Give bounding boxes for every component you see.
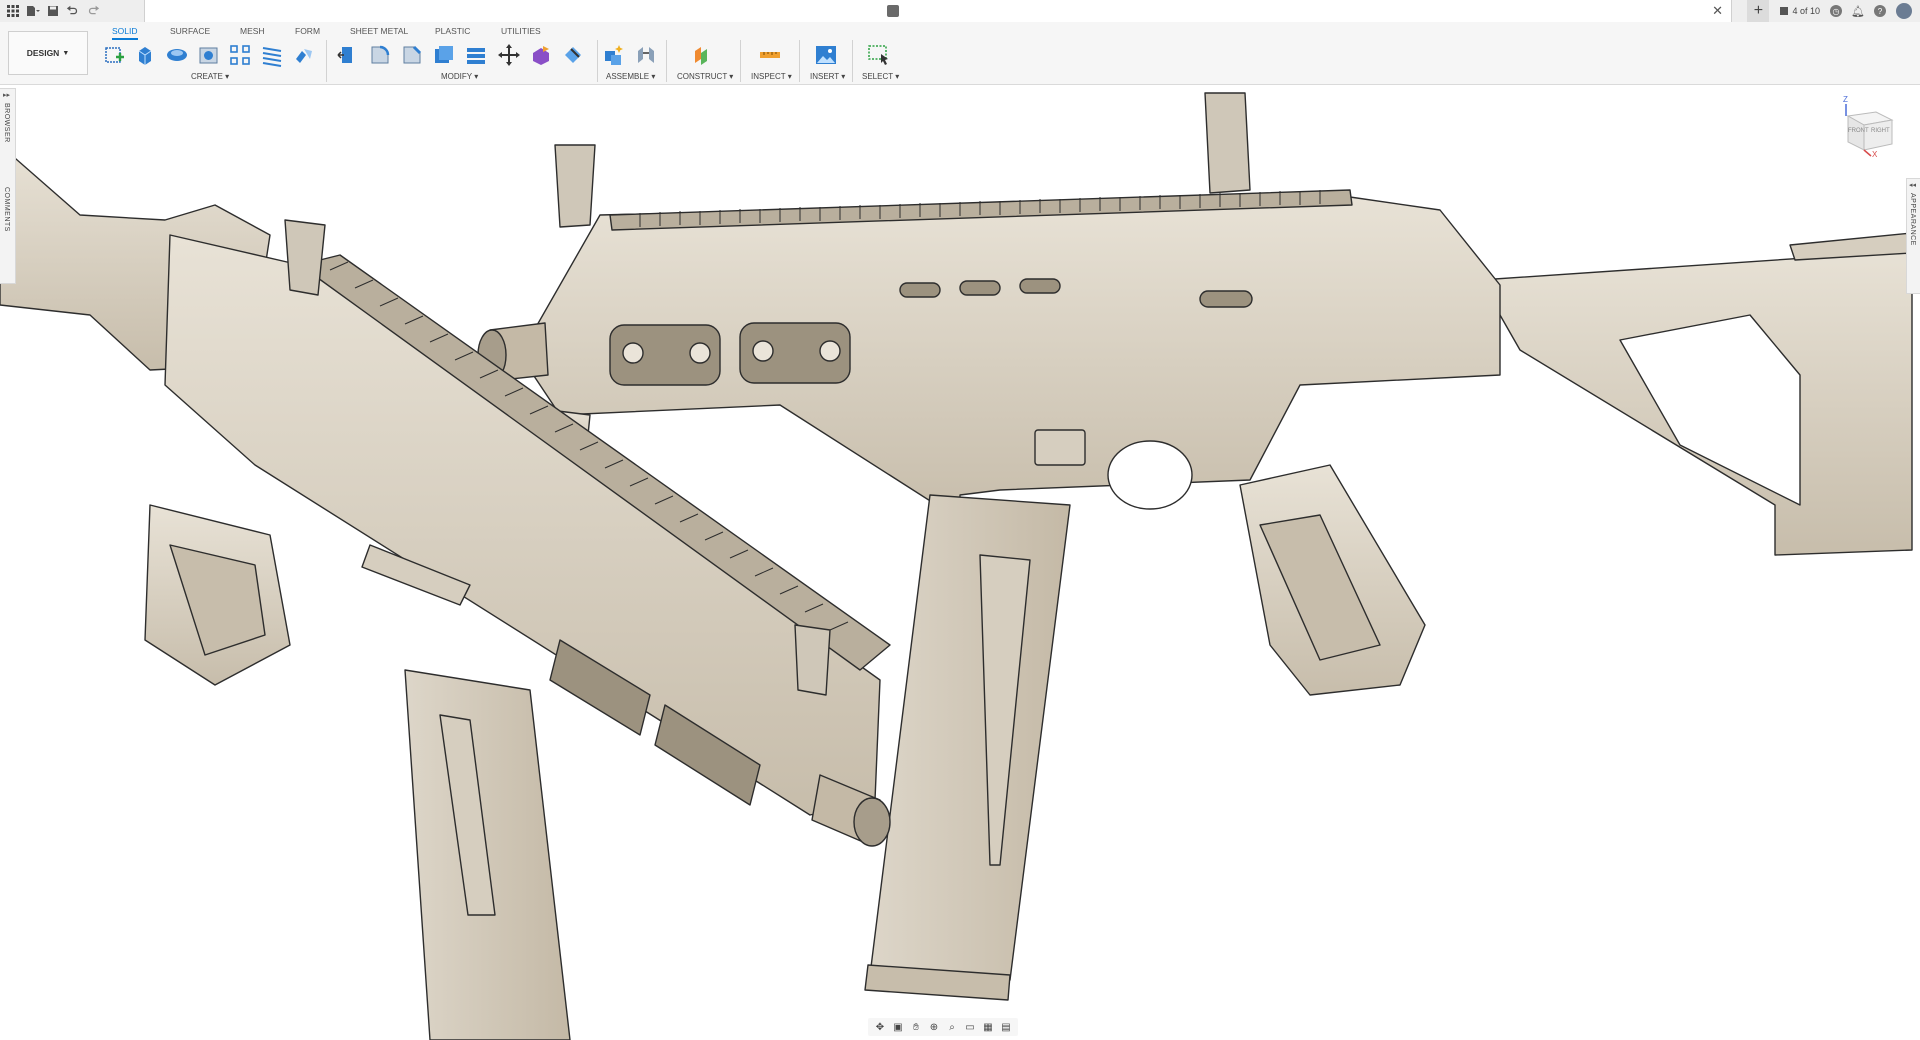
document-tab[interactable]: ✕ [144,0,1732,22]
separator [799,40,800,82]
hole-icon[interactable] [196,42,222,68]
orbit-icon[interactable]: ✥ [872,1020,888,1034]
delete-icon[interactable] [560,42,586,68]
browser-label[interactable]: BROWSER [3,103,10,143]
undo-icon[interactable] [66,4,80,18]
zoom-window-icon[interactable]: ⌕ [944,1020,960,1034]
grid-settings-icon[interactable]: ▦ [980,1020,996,1034]
inspect-menu[interactable]: INSPECT ▾ [751,72,792,81]
user-avatar[interactable] [1896,3,1912,19]
insert-menu[interactable]: INSERT ▾ [810,72,845,81]
chevron-down-icon: ▼ [62,49,70,57]
expand-arrow-icon[interactable]: ◂◂ [1909,181,1916,189]
comments-label[interactable]: COMMENTS [3,187,10,232]
job-status-label: 4 of 10 [1792,6,1820,16]
file-menu-icon[interactable] [26,4,40,18]
ribbon-toolbar: DESIGN ▼ SOLID SURFACE MESH FORM SHEET M… [0,22,1920,85]
appearance-label[interactable]: APPEARANCE [1909,193,1916,246]
select-menu[interactable]: SELECT ▾ [862,72,899,81]
zoom-icon[interactable]: ⊕ [926,1020,942,1034]
mirror-icon[interactable] [291,42,317,68]
select-window-icon[interactable] [866,42,892,68]
pan-icon[interactable]: ✋︎ [908,1020,924,1034]
extensions-icon[interactable]: ◷ [1830,5,1842,17]
fillet-icon[interactable] [367,42,393,68]
assemble-label: ASSEMBLE [606,72,650,81]
construct-label: CONSTRUCT [677,72,728,81]
press-pull-icon[interactable] [335,42,361,68]
create-sketch-icon[interactable] [101,42,127,68]
tab-surface[interactable]: SURFACE [170,26,210,38]
separator [740,40,741,82]
tab-utilities[interactable]: UTILITIES [501,26,541,38]
axis-z-label: Z [1843,95,1848,104]
revolve-icon[interactable] [164,42,190,68]
align-icon[interactable] [528,42,554,68]
tab-form[interactable]: FORM [295,26,320,38]
apps-grid-icon[interactable] [6,4,20,18]
chamfer-icon[interactable] [399,42,425,68]
create-label: CREATE [191,72,223,81]
insert-label: INSERT [810,72,840,81]
new-component-icon[interactable] [600,42,626,68]
measure-icon[interactable] [757,42,783,68]
offset-plane-icon[interactable] [690,42,716,68]
viewcube-right-label[interactable]: RIGHT [1871,128,1890,134]
workspace-switcher-button[interactable]: DESIGN ▼ [8,31,88,75]
insert-image-icon[interactable] [813,42,839,68]
inspect-label: INSPECT [751,72,786,81]
browser-panel-collapsed[interactable]: ▸▸ BROWSER COMMENTS [0,88,16,284]
workspace-label: DESIGN [26,48,60,58]
shell-icon[interactable] [431,42,457,68]
document-cube-icon [887,5,899,17]
tab-plastic[interactable]: PLASTIC [435,26,470,38]
thread-icon[interactable] [259,42,285,68]
separator [326,40,327,82]
view-cube[interactable]: FRONT RIGHT Z X [1838,95,1898,159]
display-settings-icon[interactable]: ▭ [962,1020,978,1034]
move-copy-icon[interactable] [496,42,522,68]
canvas-viewport[interactable]: FRONT RIGHT Z X [0,85,1920,1040]
separator [852,40,853,82]
separator [597,40,598,82]
job-status[interactable]: 4 of 10 [1779,6,1820,16]
combine-icon[interactable] [463,42,489,68]
redo-icon[interactable] [86,4,100,18]
joint-icon[interactable] [633,42,659,68]
close-tab-icon[interactable]: ✕ [1712,3,1723,19]
extrude-icon[interactable] [132,42,158,68]
help-icon[interactable]: ? [1874,5,1886,17]
construct-menu[interactable]: CONSTRUCT ▾ [677,72,733,81]
viewports-icon[interactable]: ▤ [998,1020,1014,1034]
appearance-panel-collapsed[interactable]: ◂◂ APPEARANCE [1906,178,1920,294]
separator [666,40,667,82]
modify-menu[interactable]: MODIFY ▾ [441,72,478,81]
look-at-icon[interactable]: ▣ [890,1020,906,1034]
viewcube-front-label[interactable]: FRONT [1848,128,1869,134]
tab-mesh[interactable]: MESH [240,26,265,38]
select-label: SELECT [862,72,893,81]
title-bar: ✕ + 4 of 10 ◷ 🔔︎ ? [0,0,1920,23]
navigation-bar: ✥ ▣ ✋︎ ⊕ ⌕ ▭ ▦ ▤ [868,1018,1018,1036]
expand-arrow-icon[interactable]: ▸▸ [3,91,10,99]
cad-model-render[interactable] [0,85,1920,1040]
axis-x-label: X [1872,150,1878,159]
notifications-bell-icon[interactable]: 🔔︎ [1851,5,1865,18]
new-tab-button[interactable]: + [1747,0,1770,22]
rectangular-pattern-icon[interactable] [227,42,253,68]
tab-solid[interactable]: SOLID [112,26,138,40]
modify-label: MODIFY [441,72,472,81]
create-menu[interactable]: CREATE ▾ [191,72,229,81]
tab-sheet-metal[interactable]: SHEET METAL [350,26,408,38]
save-icon[interactable] [46,4,60,18]
assemble-menu[interactable]: ASSEMBLE ▾ [606,72,655,81]
